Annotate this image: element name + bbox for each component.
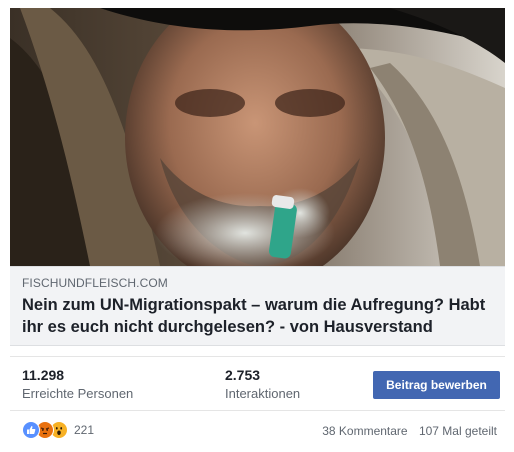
post-footer: 221 38 Kommentare 107 Mal geteilt	[10, 410, 505, 452]
man-with-hat-photo	[10, 8, 505, 266]
reach-stat: 11.298 Erreichte Personen	[22, 366, 133, 403]
reactions-summary[interactable]: 221	[22, 421, 94, 439]
post-card: FISCHUNDFLEISCH.COM Nein zum UN-Migratio…	[0, 0, 514, 451]
post-stats: 11.298 Erreichte Personen 2.753 Interakt…	[10, 356, 505, 409]
interactions-label: Interaktionen	[225, 386, 301, 401]
post-image[interactable]	[10, 8, 505, 266]
boost-post-button[interactable]: Beitrag bewerben	[373, 371, 500, 399]
engagement-summary: 38 Kommentare 107 Mal geteilt	[314, 424, 497, 438]
reach-label: Erreichte Personen	[22, 386, 134, 401]
reach-value: 11.298	[22, 367, 65, 383]
like-icon	[22, 421, 40, 439]
link-title[interactable]: Nein zum UN-Migrationspakt – warum die A…	[22, 294, 492, 338]
interactions-stat: 2.753 Interaktionen	[225, 366, 300, 403]
interactions-value: 2.753	[225, 367, 261, 383]
comments-count[interactable]: 38 Kommentare	[322, 424, 407, 438]
link-preview[interactable]: FISCHUNDFLEISCH.COM Nein zum UN-Migratio…	[10, 266, 505, 346]
link-domain: FISCHUNDFLEISCH.COM	[22, 276, 168, 290]
reaction-count: 221	[74, 423, 95, 437]
shares-count[interactable]: 107 Mal geteilt	[419, 424, 497, 438]
